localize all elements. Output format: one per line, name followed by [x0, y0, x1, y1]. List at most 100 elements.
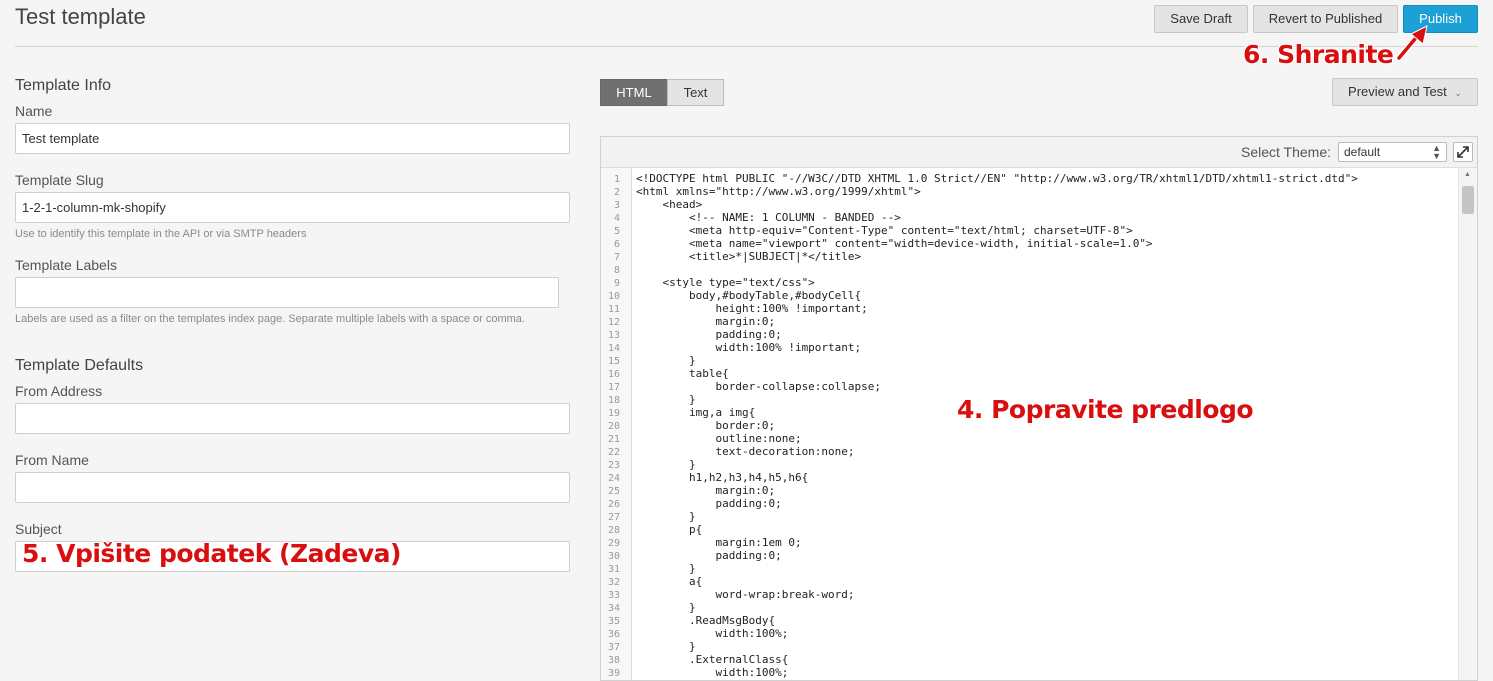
- code-line: 31 }: [601, 562, 1459, 575]
- theme-select[interactable]: default ▲ ▼: [1338, 142, 1447, 162]
- chevron-down-icon: ⌄: [1454, 88, 1462, 98]
- code-line: 24 h1,h2,h3,h4,h5,h6{: [601, 471, 1459, 484]
- code-line: 37 }: [601, 640, 1459, 653]
- revert-to-published-button[interactable]: Revert to Published: [1253, 5, 1398, 33]
- code-text: }: [636, 458, 696, 471]
- code-line: 16 table{: [601, 367, 1459, 380]
- template-labels-label: Template Labels: [15, 257, 117, 273]
- from-address-input[interactable]: [15, 403, 570, 434]
- code-text: border:0;: [636, 419, 776, 432]
- code-line: 14 width:100% !important;: [601, 341, 1459, 354]
- code-line: 3 <head>: [601, 198, 1459, 211]
- code-text: padding:0;: [636, 497, 782, 510]
- expand-icon: [1457, 146, 1469, 158]
- code-text: <meta http-equiv="Content-Type" content=…: [636, 224, 1133, 237]
- code-text: <head>: [636, 198, 703, 211]
- annotation-edit-template: 4. Popravite predlogo: [957, 395, 1254, 424]
- name-input[interactable]: [15, 123, 570, 154]
- code-text: width:100%;: [636, 627, 789, 640]
- code-text: padding:0;: [636, 328, 782, 341]
- fullscreen-button[interactable]: [1453, 142, 1473, 162]
- editor-toolbar: Select Theme: default ▲ ▼: [601, 137, 1477, 168]
- code-line: 21 outline:none;: [601, 432, 1459, 445]
- scrollbar-thumb[interactable]: [1462, 186, 1474, 214]
- select-arrows-icon: ▲ ▼: [1432, 143, 1441, 161]
- code-line: 4 <!-- NAME: 1 COLUMN - BANDED -->: [601, 211, 1459, 224]
- code-text: img,a img{: [636, 406, 756, 419]
- code-line: 13 padding:0;: [601, 328, 1459, 341]
- annotation-arrow-icon: [1396, 25, 1428, 61]
- code-line: 1 <!DOCTYPE html PUBLIC "-//W3C//DTD XHTM…: [601, 172, 1459, 185]
- code-line: 23 }: [601, 458, 1459, 471]
- code-line: 7 <title>*|SUBJECT|*</title>: [601, 250, 1459, 263]
- code-text: width:100%;: [636, 666, 789, 679]
- select-theme-label: Select Theme:: [1240, 144, 1331, 160]
- line-number: 39: [607, 668, 620, 679]
- tab-html[interactable]: HTML: [600, 79, 668, 106]
- code-line: 34 }: [601, 601, 1459, 614]
- tab-text[interactable]: Text: [667, 79, 724, 106]
- code-text: <title>*|SUBJECT|*</title>: [636, 250, 862, 263]
- code-line: 17 border-collapse:collapse;: [601, 380, 1459, 393]
- code-line: 26 padding:0;: [601, 497, 1459, 510]
- code-line: 29 margin:1em 0;: [601, 536, 1459, 549]
- code-line: 22 text-decoration:none;: [601, 445, 1459, 458]
- page-title: Test template: [15, 4, 146, 29]
- template-slug-input[interactable]: [15, 192, 570, 223]
- code-line: 35 .ReadMsgBody{: [601, 614, 1459, 627]
- code-text: }: [636, 640, 696, 653]
- from-name-input[interactable]: [15, 472, 570, 503]
- subject-label: Subject: [15, 521, 62, 537]
- editor-scrollbar[interactable]: ▲: [1458, 168, 1477, 680]
- theme-select-value: default: [1344, 145, 1381, 159]
- template-labels-help: Labels are used as a filter on the templ…: [15, 313, 525, 325]
- code-text: <!-- NAME: 1 COLUMN - BANDED -->: [636, 211, 901, 224]
- preview-and-test-label: Preview and Test: [1348, 84, 1447, 99]
- code-text: text-decoration:none;: [636, 445, 855, 458]
- code-text: <html xmlns="http://www.w3.org/1999/xhtm…: [636, 185, 921, 198]
- code-line: 36 width:100%;: [601, 627, 1459, 640]
- code-text: }: [636, 510, 696, 523]
- code-line: 30 padding:0;: [601, 549, 1459, 562]
- preview-and-test-button[interactable]: Preview and Test ⌄: [1332, 78, 1478, 106]
- code-text: padding:0;: [636, 549, 782, 562]
- code-text: width:100% !important;: [636, 341, 862, 354]
- code-line: 32 a{: [601, 575, 1459, 588]
- code-area[interactable]: 1 <!DOCTYPE html PUBLIC "-//W3C//DTD XHTM…: [601, 172, 1459, 679]
- save-draft-button[interactable]: Save Draft: [1154, 5, 1248, 33]
- code-line: 38 .ExternalClass{: [601, 653, 1459, 666]
- code-line: 5 <meta http-equiv="Content-Type" conten…: [601, 224, 1459, 237]
- code-line: 28 p{: [601, 523, 1459, 536]
- code-text: }: [636, 354, 696, 367]
- template-labels-input[interactable]: [15, 277, 559, 308]
- code-text: a{: [636, 575, 703, 588]
- code-text: margin:0;: [636, 484, 776, 497]
- code-text: margin:0;: [636, 315, 776, 328]
- name-label: Name: [15, 103, 53, 119]
- from-name-label: From Name: [15, 452, 89, 468]
- code-text: <meta name="viewport" content="width=dev…: [636, 237, 1153, 250]
- code-text: h1,h2,h3,h4,h5,h6{: [636, 471, 809, 484]
- scroll-up-icon: ▲: [1464, 171, 1471, 178]
- code-text: }: [636, 562, 696, 575]
- code-line: 33 word-wrap:break-word;: [601, 588, 1459, 601]
- template-slug-label: Template Slug: [15, 172, 104, 188]
- from-address-label: From Address: [15, 383, 103, 399]
- code-text: p{: [636, 523, 703, 536]
- code-line: 6 <meta name="viewport" content="width=d…: [601, 237, 1459, 250]
- template-defaults-heading: Template Defaults: [15, 357, 144, 374]
- code-text: }: [636, 601, 696, 614]
- code-text: }: [636, 393, 696, 406]
- code-text: .ReadMsgBody{: [636, 614, 776, 627]
- code-line: 11 height:100% !important;: [601, 302, 1459, 315]
- code-line: 2 <html xmlns="http://www.w3.org/1999/xht…: [601, 185, 1459, 198]
- code-text: height:100% !important;: [636, 302, 868, 315]
- code-line: 25 margin:0;: [601, 484, 1459, 497]
- code-text: word-wrap:break-word;: [636, 588, 855, 601]
- code-text: outline:none;: [636, 432, 802, 445]
- annotation-save: 6. Shranite: [1243, 40, 1394, 69]
- code-text: margin:1em 0;: [636, 536, 802, 549]
- code-line: 12 margin:0;: [601, 315, 1459, 328]
- code-line: 8: [601, 263, 1459, 276]
- code-line: 39 width:100%;: [601, 666, 1459, 679]
